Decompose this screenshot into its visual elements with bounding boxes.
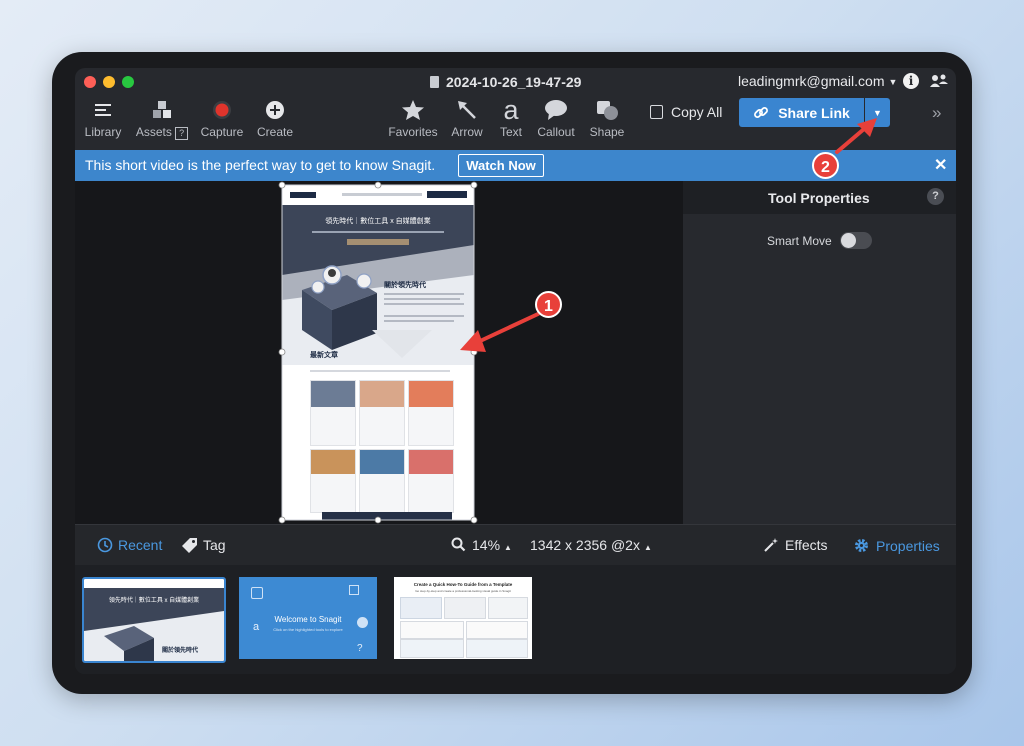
zoom-value: 14% — [472, 537, 501, 553]
arrow-label: Arrow — [451, 125, 483, 139]
effects-button[interactable]: Effects — [763, 537, 828, 553]
close-window-button[interactable] — [84, 76, 96, 88]
recent-button[interactable]: Recent — [97, 537, 162, 553]
clock-icon — [97, 537, 113, 553]
tag-icon — [182, 538, 197, 553]
create-button[interactable]: Create — [253, 98, 297, 148]
magnifier-icon — [451, 537, 466, 552]
preview-about-title: 關於領先時代 — [384, 282, 426, 289]
callout-tool-button[interactable]: Callout — [533, 98, 579, 148]
link-icon — [754, 106, 769, 118]
title-bar: 2024-10-26_19-47-29 leadingmrk@gmail.com… — [75, 68, 956, 96]
watch-now-button[interactable]: Watch Now — [458, 154, 544, 177]
thumbnail-caption: Create a Quick How-To Guide from a Templ… — [413, 582, 513, 587]
tray-thumbnail[interactable]: 領先時代｜數位工具 x 自媒體創業 關於領先時代 — [82, 577, 226, 663]
properties-button[interactable]: Properties — [853, 537, 940, 554]
recent-label: Recent — [118, 537, 163, 553]
account-email: leadingmrk@gmail.com — [738, 73, 885, 89]
tray-thumbnail[interactable]: Welcome to Snagit Click on the highlight… — [239, 577, 377, 659]
zoom-window-button[interactable] — [122, 76, 134, 88]
minimize-window-button[interactable] — [103, 76, 115, 88]
record-icon — [198, 98, 246, 122]
assets-button[interactable]: Assets ? — [133, 98, 191, 148]
smart-move-label: Smart Move — [767, 234, 832, 248]
create-label: Create — [256, 125, 294, 139]
thumbnail-subcaption: Click on the highlighted tools to explor… — [273, 627, 343, 632]
editor-canvas[interactable]: 領先時代｜數位工具 x 自媒體創業 關於領先時代 最新文章 — [75, 181, 683, 524]
tag-button[interactable]: Tag — [181, 537, 226, 553]
share-link-button[interactable]: Share Link — [739, 98, 864, 127]
text-tool-icon: a — [503, 95, 519, 125]
smart-move-toggle[interactable] — [840, 232, 872, 249]
recent-captures-tray: 領先時代｜數位工具 x 自媒體創業 關於領先時代 Welcome to Snag… — [75, 565, 956, 674]
capture-label: Capture — [200, 125, 244, 139]
document-title-text: 2024-10-26_19-47-29 — [446, 74, 582, 90]
document-title: 2024-10-26_19-47-29 — [430, 74, 581, 90]
tool-properties-panel: Tool Properties ? Smart Move — [683, 181, 956, 524]
gear-icon — [855, 539, 868, 552]
annotation-badge-1: 1 — [535, 291, 562, 318]
share-options-dropdown[interactable]: ▼ — [865, 98, 890, 127]
preview-hero-title: 領先時代｜數位工具 x 自媒體創業 — [325, 218, 431, 225]
plus-circle-icon — [253, 98, 297, 122]
preview-site-header — [282, 185, 474, 206]
cubes-icon — [133, 98, 191, 122]
chevron-down-icon: ▼ — [873, 107, 882, 118]
copy-all-label: Copy All — [671, 104, 723, 120]
dimensions-control[interactable]: 1342 x 2356 @2x ▲ — [530, 537, 652, 553]
panel-header: Tool Properties ? — [683, 181, 956, 214]
chevron-down-icon: ▼ — [888, 77, 898, 87]
shape-tool-button[interactable]: Shape — [585, 98, 629, 148]
menu-icon — [81, 98, 125, 122]
captured-image[interactable]: 領先時代｜數位工具 x 自媒體創業 關於領先時代 最新文章 — [282, 185, 474, 520]
favorites-label: Favorites — [388, 125, 438, 139]
effects-label: Effects — [785, 537, 828, 553]
thumbnail-caption: 領先時代｜數位工具 x 自媒體創業 — [108, 598, 200, 604]
tray-thumbnail[interactable]: Create a Quick How-To Guide from a Templ… — [394, 577, 532, 659]
magic-wand-icon — [764, 538, 778, 552]
panel-title: Tool Properties — [768, 190, 870, 206]
chevron-up-icon: ▲ — [643, 543, 652, 552]
banner-close-icon[interactable]: ✕ — [934, 155, 947, 175]
banner-text: This short video is the perfect way to g… — [85, 157, 436, 173]
thumbnail-subcaption: Go step-by-step and create a professiona… — [415, 589, 511, 593]
favorites-button[interactable]: Favorites — [387, 98, 439, 148]
shapes-icon — [585, 98, 629, 122]
help-icon[interactable]: ? — [927, 188, 944, 205]
text-tool-button[interactable]: a Text — [493, 95, 529, 148]
properties-label: Properties — [876, 538, 940, 554]
people-icon[interactable] — [930, 73, 948, 89]
star-icon — [387, 98, 439, 122]
dimensions-value: 1342 x 2356 @2x — [530, 537, 640, 553]
copy-all-button[interactable]: Copy All — [650, 104, 722, 120]
shape-label: Shape — [589, 125, 625, 139]
arrow-tool-icon — [447, 98, 487, 122]
share-link-label: Share Link — [778, 104, 850, 121]
more-tools-button[interactable]: » — [932, 103, 941, 123]
chevron-up-icon: ▲ — [504, 543, 512, 552]
arrow-tool-button[interactable]: Arrow — [447, 98, 487, 148]
file-icon — [430, 76, 439, 88]
thumbnail-subcaption: 關於領先時代 — [162, 648, 199, 654]
text-label: Text — [499, 125, 522, 139]
annotation-badge-2: 2 — [812, 152, 839, 179]
tag-label: Tag — [203, 537, 226, 553]
toggle-knob — [841, 233, 856, 248]
copy-icon — [650, 105, 663, 119]
preview-articles-title: 最新文章 — [310, 352, 338, 359]
assets-text: Assets — [135, 125, 172, 139]
capture-button[interactable]: Capture — [198, 98, 246, 148]
zoom-control[interactable]: 14% ▲ — [451, 537, 512, 553]
assets-label: Assets ? — [133, 125, 191, 140]
speech-bubble-icon — [533, 98, 579, 122]
assets-help-badge: ? — [175, 127, 189, 140]
callout-label: Callout — [537, 125, 575, 139]
library-button[interactable]: Library — [81, 98, 125, 148]
bottom-bar: Recent Tag 14% ▲ 1342 x 2356 @2x ▲ Effects… — [75, 524, 956, 565]
library-label: Library — [84, 125, 122, 139]
account-menu[interactable]: leadingmrk@gmail.com ▼ — [738, 73, 897, 89]
preview-logo — [290, 192, 316, 198]
info-icon[interactable]: i — [903, 73, 919, 89]
